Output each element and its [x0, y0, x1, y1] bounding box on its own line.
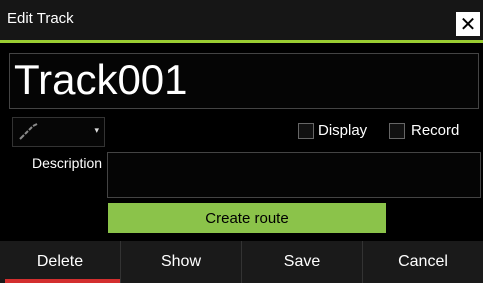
track-name-field[interactable]: Track001: [9, 53, 479, 109]
display-label: Display: [318, 122, 368, 139]
chevron-down-icon: ▾: [94, 126, 99, 136]
title-bar: Edit Track ✕: [0, 0, 483, 40]
close-icon[interactable]: ✕: [456, 12, 480, 36]
create-route-button[interactable]: Create route: [108, 203, 386, 233]
cancel-button[interactable]: Cancel: [363, 241, 483, 283]
button-bar: Delete Show Save Cancel: [0, 241, 483, 283]
save-button[interactable]: Save: [242, 241, 363, 283]
record-label: Record: [411, 122, 460, 139]
dialog-title: Edit Track: [7, 10, 74, 27]
track-style-select[interactable]: ▾: [12, 117, 105, 147]
description-label: Description: [32, 155, 103, 171]
record-checkbox[interactable]: [389, 123, 405, 139]
track-line-icon: [19, 123, 38, 140]
display-checkbox[interactable]: [298, 123, 314, 139]
title-accent-line: [0, 40, 483, 43]
description-field[interactable]: [107, 152, 481, 198]
show-button[interactable]: Show: [121, 241, 242, 283]
delete-button[interactable]: Delete: [0, 241, 121, 283]
